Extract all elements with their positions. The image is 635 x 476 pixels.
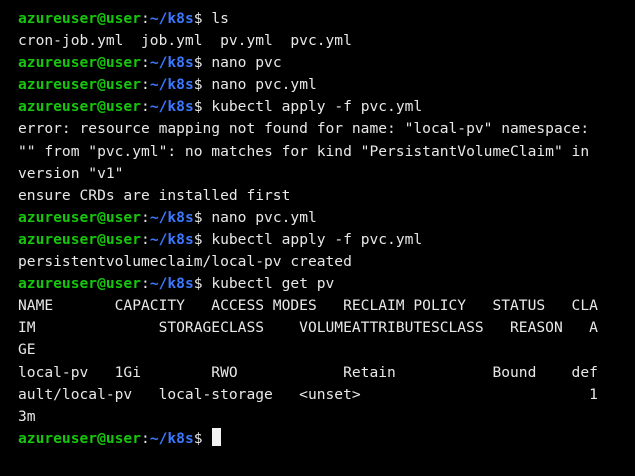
- command-line: azureuser@user:~/k8s$ nano pvc: [18, 52, 635, 74]
- prompt-user: azureuser@user: [18, 230, 142, 248]
- output-line: GE: [18, 341, 36, 359]
- prompt-path: ~/k8s: [149, 54, 194, 72]
- output-line: local-pv 1Gi RWO Retain Bound def: [18, 363, 598, 381]
- prompt-symbol: $: [193, 54, 212, 72]
- prompt-colon: :: [141, 275, 150, 293]
- prompt-colon: :: [141, 98, 150, 116]
- output-line: error: resource mapping not found for na…: [18, 120, 590, 138]
- prompt-symbol: $: [193, 275, 212, 293]
- command-line: azureuser@user:~/k8s$ kubectl apply -f p…: [18, 96, 635, 118]
- prompt-path: ~/k8s: [149, 208, 194, 226]
- prompt-symbol: $: [193, 10, 212, 27]
- prompt-user: azureuser@user: [18, 76, 142, 94]
- command-text: ls: [211, 10, 229, 27]
- prompt-path: ~/k8s: [149, 429, 194, 447]
- output-line: ault/local-pv local-storage <unset> 1: [18, 385, 598, 403]
- command-text: nano pvc: [211, 54, 282, 72]
- prompt-colon: :: [141, 10, 150, 27]
- prompt-path: ~/k8s: [149, 98, 194, 116]
- output-line: IM STORAGECLASS VOLUMEATTRIBUTESCLASS RE…: [18, 319, 598, 337]
- terminal-output: azureuser@user:~/k8s$ ls cron-job.yml job…: [18, 8, 635, 450]
- prompt-symbol: $: [193, 208, 212, 226]
- output-line: "" from "pvc.yml": no matches for kind "…: [18, 142, 590, 160]
- prompt-user: azureuser@user: [18, 54, 142, 72]
- prompt-symbol: $: [193, 76, 212, 94]
- prompt-colon: :: [141, 76, 150, 94]
- command-text: nano pvc.yml: [211, 208, 317, 226]
- prompt-path: ~/k8s: [149, 275, 194, 293]
- output-line: persistentvolumeclaim/local-pv created: [18, 253, 352, 271]
- output-line: 3m: [18, 407, 36, 425]
- prompt-user: azureuser@user: [18, 10, 142, 27]
- prompt-colon: :: [141, 230, 150, 248]
- cursor[interactable]: [212, 427, 222, 446]
- output-line: version "v1": [18, 164, 124, 182]
- command-line: azureuser@user:~/k8s$ ls: [18, 8, 635, 30]
- prompt-path: ~/k8s: [149, 10, 194, 27]
- command-line: azureuser@user:~/k8s$ kubectl apply -f p…: [18, 229, 635, 251]
- command-text: kubectl apply -f pvc.yml: [211, 98, 423, 116]
- prompt-colon: :: [141, 208, 150, 226]
- prompt-colon: :: [141, 429, 150, 447]
- prompt-symbol: $: [193, 230, 212, 248]
- command-line: azureuser@user:~/k8s$: [18, 427, 635, 450]
- prompt-path: ~/k8s: [149, 230, 194, 248]
- prompt-symbol: $: [193, 429, 212, 447]
- output-line: cron-job.yml job.yml pv.yml pvc.yml: [18, 32, 352, 50]
- prompt-path: ~/k8s: [149, 76, 194, 94]
- prompt-symbol: $: [193, 98, 212, 116]
- terminal-window[interactable]: azureuser@user:~/k8s$ ls cron-job.yml job…: [0, 0, 635, 476]
- prompt-user: azureuser@user: [18, 429, 142, 447]
- prompt-colon: :: [141, 54, 150, 72]
- output-line: ensure CRDs are installed first: [18, 186, 291, 204]
- command-text: nano pvc.yml: [211, 76, 317, 94]
- command-line: azureuser@user:~/k8s$ nano pvc.yml: [18, 207, 635, 229]
- command-line: azureuser@user:~/k8s$ kubectl get pv: [18, 273, 635, 295]
- prompt-user: azureuser@user: [18, 208, 142, 226]
- output-line: NAME CAPACITY ACCESS MODES RECLAIM POLIC…: [18, 297, 598, 315]
- prompt-user: azureuser@user: [18, 275, 142, 293]
- command-line: azureuser@user:~/k8s$ nano pvc.yml: [18, 74, 635, 96]
- prompt-user: azureuser@user: [18, 98, 142, 116]
- command-text: kubectl get pv: [211, 275, 335, 293]
- command-text: kubectl apply -f pvc.yml: [211, 230, 423, 248]
